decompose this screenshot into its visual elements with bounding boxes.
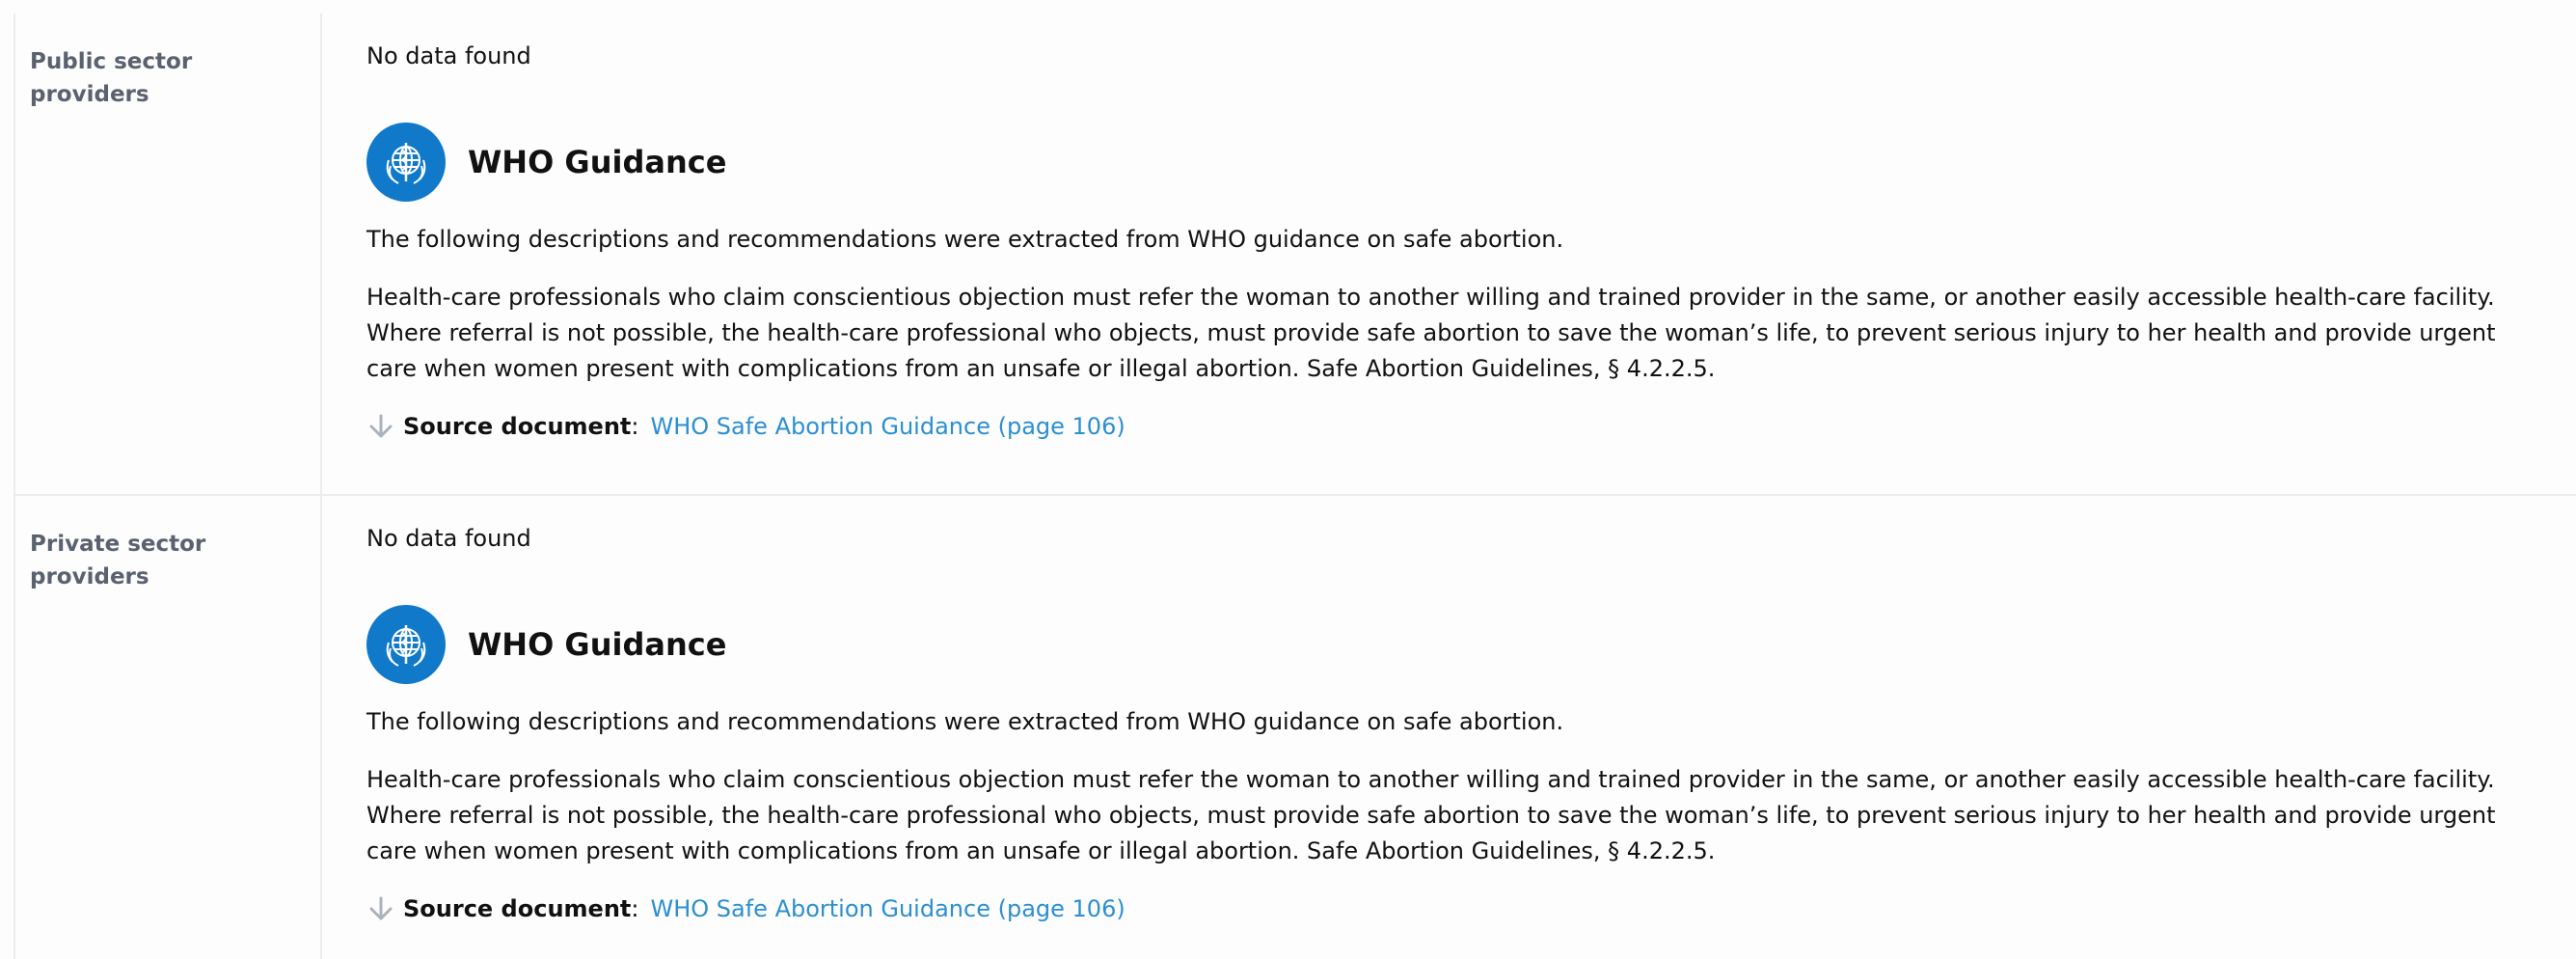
table-row: Public sector providers No data found WH… (15, 14, 2576, 496)
guidance-body: Health-care professionals who claim cons… (366, 766, 2496, 864)
arrow-down-icon (366, 894, 395, 923)
source-link[interactable]: WHO Safe Abortion Guidance (page 106) (650, 892, 1125, 925)
who-emblem-icon (366, 605, 446, 684)
source-document: Source document: WHO Safe Abortion Guida… (366, 410, 2520, 443)
no-data-text: No data found (366, 42, 531, 69)
who-emblem-icon (366, 123, 446, 202)
source-separator: : (631, 895, 639, 922)
row-label: Private sector providers (30, 532, 206, 589)
guidance-intro: The following descriptions and recommend… (366, 708, 1564, 735)
who-guidance-header: WHO Guidance (366, 123, 2520, 202)
row-content-cell: No data found WHO Guidance The following… (322, 496, 2576, 959)
source-link[interactable]: WHO Safe Abortion Guidance (page 106) (650, 410, 1125, 443)
guidance-intro: The following descriptions and recommend… (366, 226, 1564, 253)
source-label: Source document (403, 895, 632, 922)
row-label-cell: Private sector providers (15, 496, 322, 959)
row-label-cell: Public sector providers (15, 14, 322, 494)
source-label: Source document (403, 413, 632, 440)
guidance-body: Health-care professionals who claim cons… (366, 284, 2496, 382)
source-document: Source document: WHO Safe Abortion Guida… (366, 892, 2520, 925)
row-content-cell: No data found WHO Guidance The following… (322, 14, 2576, 494)
no-data-text: No data found (366, 525, 531, 552)
who-guidance-title: WHO Guidance (468, 144, 727, 180)
who-guidance-title: WHO Guidance (468, 626, 727, 663)
provider-table: Public sector providers No data found WH… (14, 14, 2576, 959)
table-row: Private sector providers No data found W… (15, 496, 2576, 959)
who-guidance-header: WHO Guidance (366, 605, 2520, 684)
row-label: Public sector providers (30, 49, 193, 107)
arrow-down-icon (366, 412, 395, 441)
source-separator: : (631, 413, 639, 440)
